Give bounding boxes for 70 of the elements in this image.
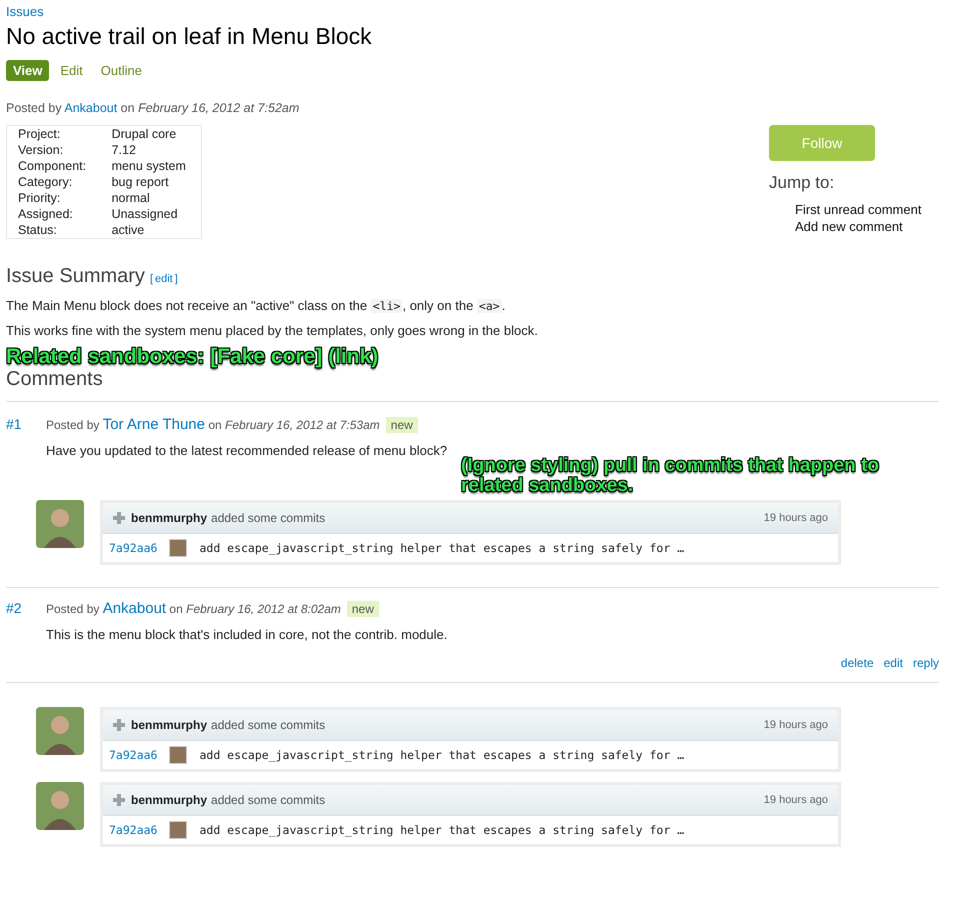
commit-time: 19 hours ago xyxy=(764,794,828,806)
comment-post-info: Posted by Ankabout on February 16, 2012 at 8:02am xyxy=(46,600,341,617)
plus-icon[interactable] xyxy=(113,794,125,806)
jump-link[interactable]: Add new comment xyxy=(795,218,903,235)
comment-action-link[interactable]: reply xyxy=(912,656,939,670)
section-heading: Comments xyxy=(6,368,939,402)
jump-heading: Jump to: xyxy=(769,173,834,193)
section-heading: Issue Summary xyxy=(6,265,145,288)
commit-action: added some commits xyxy=(211,510,326,525)
comment-action-link[interactable]: delete xyxy=(840,656,874,670)
author-link[interactable]: Ankabout xyxy=(64,101,118,115)
bracket-text: [ xyxy=(150,273,153,285)
meta-value: 7.12 xyxy=(100,142,202,158)
comment-text: Have you updated to the latest recommended release of menu block? xyxy=(46,443,448,458)
meta-value: bug report xyxy=(100,174,202,190)
bracket-text: ] xyxy=(174,273,178,285)
jump-link[interactable]: First unread comment xyxy=(795,201,922,218)
post-info: Posted by Ankabout on February 16, 2012 at 7:52am xyxy=(6,101,300,115)
page-title: No active trail on leaf in Menu Block xyxy=(6,23,373,50)
summary-paragraph: The Main Menu block does not receive an "active" class on the <li>, only on the <a>. xyxy=(6,298,506,313)
new-badge: new xyxy=(386,417,418,434)
commit-time: 19 hours ago xyxy=(764,718,828,731)
meta-value: Drupal core xyxy=(100,126,202,142)
meta-value: active xyxy=(100,222,202,238)
summary-paragraph: This works fine with the system menu placed by the templates, only goes wrong in the block. xyxy=(6,323,539,338)
comment-text: This is the menu block that's included in core, not the contrib. module. xyxy=(46,626,448,642)
annotation-text: (Ignore styling) pull in commits that happen to related sandboxes. xyxy=(461,456,880,496)
meta-label: Priority: xyxy=(6,190,101,206)
author-link[interactable]: Tor Arne Thune xyxy=(102,416,205,434)
meta-value: normal xyxy=(100,190,202,206)
meta-label: Project: xyxy=(6,126,101,142)
avatar-placeholder xyxy=(169,746,188,764)
commit-message: add escape_javascript_string helper that escapes a string safely for … xyxy=(199,748,684,762)
commit-action: added some commits xyxy=(211,718,326,732)
meta-label: Status: xyxy=(6,222,101,238)
edit-link[interactable]: edit xyxy=(155,273,173,285)
commit-author: benmmurphy xyxy=(131,792,208,807)
meta-label: Category: xyxy=(6,174,101,190)
commit-hash-link[interactable]: 7a92aa6 xyxy=(109,540,158,555)
new-badge: new xyxy=(346,600,379,617)
plus-icon[interactable] xyxy=(113,718,125,731)
comment-action-link[interactable]: edit xyxy=(884,656,903,670)
annotation-text: Related sandboxes: [Fake core] (link) xyxy=(6,346,380,368)
breadcrumb-link[interactable]: Issues xyxy=(6,4,44,19)
comment-number-link[interactable]: #2 xyxy=(6,600,40,616)
avatar-placeholder xyxy=(36,500,84,548)
author-link[interactable]: Ankabout xyxy=(102,600,166,617)
plus-icon[interactable] xyxy=(113,512,125,524)
commit-hash-link[interactable]: 7a92aa6 xyxy=(109,748,158,762)
meta-value: menu system xyxy=(100,158,202,174)
commit-author: benmmurphy xyxy=(131,718,208,732)
commit-message: add escape_javascript_string helper that escapes a string safely for … xyxy=(199,540,684,555)
meta-label: Component: xyxy=(6,158,101,174)
commit-action: added some commits xyxy=(211,792,326,807)
commit-time: 19 hours ago xyxy=(764,512,828,524)
meta-value: Unassigned xyxy=(100,206,202,222)
meta-label: Version: xyxy=(6,142,101,158)
avatar-placeholder xyxy=(36,782,84,830)
avatar-placeholder xyxy=(169,538,188,557)
avatar-placeholder xyxy=(36,706,84,755)
commit-author: benmmurphy xyxy=(131,510,208,525)
comment-post-info: Posted by Tor Arne Thune on February 16, 2012 at 7:53am xyxy=(46,416,380,434)
commit-hash-link[interactable]: 7a92aa6 xyxy=(109,822,158,837)
avatar-placeholder xyxy=(169,820,188,839)
tab[interactable]: View xyxy=(6,60,50,81)
commit-message: add escape_javascript_string helper that escapes a string safely for … xyxy=(199,822,684,837)
tab[interactable]: Outline xyxy=(94,60,149,81)
tab[interactable]: Edit xyxy=(53,60,90,81)
comment-number-link[interactable]: #1 xyxy=(6,416,40,432)
meta-label: Assigned: xyxy=(6,206,101,222)
